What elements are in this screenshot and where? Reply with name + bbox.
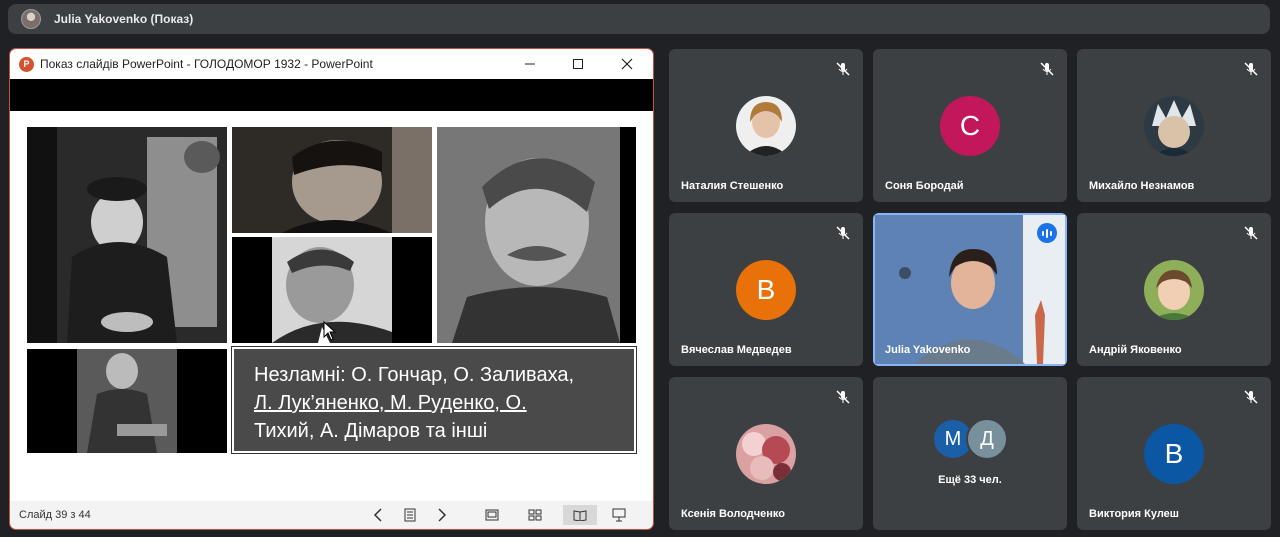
powerpoint-app-icon: P bbox=[19, 56, 34, 72]
slide-photo-tykhyi bbox=[27, 349, 227, 453]
slide-caption-line-3: Тихий, А. Дімаров та інші bbox=[254, 420, 488, 442]
book-icon bbox=[573, 510, 587, 521]
speaking-indicator-icon bbox=[1037, 223, 1057, 243]
slide-photo-goncharenko bbox=[27, 127, 227, 343]
mouse-pointer-icon bbox=[323, 321, 337, 341]
window-titlebar[interactable]: P Показ слайдів PowerPoint - ГОЛОДОМОР 1… bbox=[10, 49, 653, 79]
presentation-icon bbox=[612, 508, 626, 522]
normal-view-icon bbox=[485, 509, 499, 521]
participant-tile[interactable]: В Вячеслав Медведев bbox=[669, 213, 863, 366]
participant-tile[interactable]: Наталия Стешенко bbox=[669, 49, 863, 202]
participant-name: Вячеслав Медведев bbox=[681, 344, 792, 356]
maximize-button[interactable] bbox=[555, 49, 601, 79]
participant-name: Михайло Незнамов bbox=[1089, 180, 1195, 192]
participant-avatar bbox=[1144, 96, 1204, 156]
presenter-avatar bbox=[21, 9, 41, 29]
presenter-bar[interactable]: Julia Yakovenko (Показ) bbox=[8, 4, 1270, 34]
more-participants-label: Ещё 33 чел. bbox=[938, 474, 1002, 486]
mic-off-icon bbox=[836, 226, 850, 240]
mic-off-icon bbox=[836, 390, 850, 404]
participant-name: Соня Бородай bbox=[885, 180, 964, 192]
mic-off-icon bbox=[836, 62, 850, 76]
participant-avatar: С bbox=[940, 96, 1000, 156]
normal-view-button[interactable] bbox=[480, 505, 504, 525]
slide-caption-line-1: Незламні: О. Гончар, О. Заливаха, bbox=[254, 364, 575, 386]
mic-off-icon bbox=[1040, 62, 1054, 76]
minimize-button[interactable] bbox=[507, 49, 553, 79]
participant-tile[interactable]: С Соня Бородай bbox=[873, 49, 1067, 202]
reading-view-button[interactable] bbox=[563, 505, 597, 525]
participant-name: Андрій Яковенко bbox=[1089, 344, 1182, 356]
participant-name: Julia Yakovenko bbox=[885, 344, 971, 356]
participant-name: Ксенія Володченко bbox=[681, 508, 785, 520]
slide-caption-line-2: Л. Лук’яненко, М. Руденко, О. bbox=[254, 392, 527, 414]
mic-off-icon bbox=[1244, 390, 1258, 404]
close-button[interactable] bbox=[604, 49, 650, 79]
slide-caption: Незламні: О. Гончар, О. Заливаха, Л. Лук… bbox=[231, 346, 637, 454]
participant-tile-active-speaker[interactable]: Julia Yakovenko bbox=[873, 213, 1067, 366]
chevron-right-icon bbox=[438, 508, 447, 522]
participant-avatar bbox=[736, 96, 796, 156]
participant-avatar: В bbox=[736, 260, 796, 320]
slide-counter: Слайд 39 з 44 bbox=[19, 509, 91, 521]
slideshow-view-button[interactable] bbox=[607, 505, 631, 525]
participant-avatar bbox=[736, 424, 796, 484]
slide-menu-button[interactable] bbox=[398, 505, 422, 525]
participant-name: Виктория Кулеш bbox=[1089, 508, 1179, 520]
participant-tile[interactable]: Михайло Незнамов bbox=[1077, 49, 1271, 202]
slideshow-status-bar: Слайд 39 з 44 bbox=[10, 501, 653, 529]
slide-photo-rudenko bbox=[437, 127, 636, 343]
mic-off-icon bbox=[1244, 62, 1258, 76]
participant-name: Наталия Стешенко bbox=[681, 180, 784, 192]
notes-icon bbox=[404, 508, 416, 522]
previous-slide-button[interactable] bbox=[366, 505, 390, 525]
minimize-icon bbox=[525, 63, 535, 65]
close-icon bbox=[621, 58, 633, 70]
next-slide-button[interactable] bbox=[430, 505, 454, 525]
participant-tile[interactable]: Ксенія Володченко bbox=[669, 377, 863, 530]
presenter-label: Julia Yakovenko (Показ) bbox=[54, 12, 194, 26]
slide-canvas[interactable]: Незламні: О. Гончар, О. Заливаха, Л. Лук… bbox=[10, 111, 653, 521]
participant-avatar: В bbox=[1144, 424, 1204, 484]
powerpoint-window[interactable]: P Показ слайдів PowerPoint - ГОЛОДОМОР 1… bbox=[10, 49, 653, 529]
mic-off-icon bbox=[1244, 226, 1258, 240]
participant-video bbox=[875, 215, 1065, 364]
slide-photo-zalyvakha bbox=[232, 127, 432, 233]
more-participants-tile[interactable]: М Д Ещё 33 чел. bbox=[873, 377, 1067, 530]
maximize-icon bbox=[573, 59, 583, 69]
participant-tile[interactable]: В Виктория Кулеш bbox=[1077, 377, 1271, 530]
grid-icon bbox=[528, 509, 542, 521]
participant-avatar bbox=[1144, 260, 1204, 320]
chevron-left-icon bbox=[373, 508, 382, 522]
more-participant-avatar: Д bbox=[966, 418, 1008, 460]
window-title: Показ слайдів PowerPoint - ГОЛОДОМОР 193… bbox=[40, 57, 373, 71]
slide-sorter-button[interactable] bbox=[523, 505, 547, 525]
participant-tile[interactable]: Андрій Яковенко bbox=[1077, 213, 1271, 366]
